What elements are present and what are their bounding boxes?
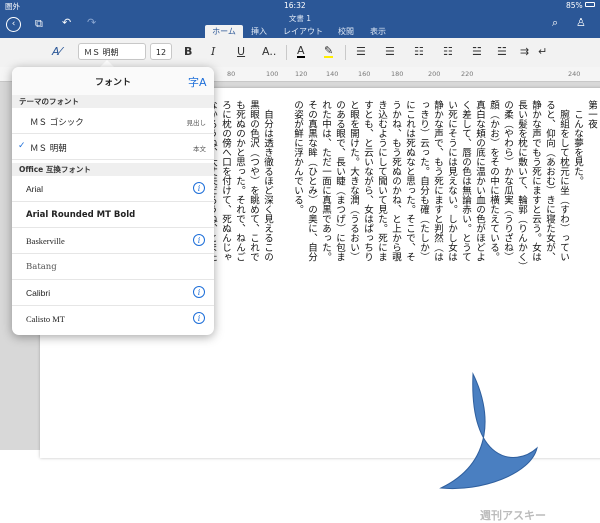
text-column: 腕組をして枕元に坐（すわ）ってい xyxy=(558,100,569,262)
font-option-label: Batang xyxy=(26,262,57,272)
font-popover: フォント 字A テーマのフォント ＭＳ ゴシック 見出し ✓ ＭＳ 明朝 本文 … xyxy=(12,67,214,335)
text-direction-icon[interactable]: ⇉ xyxy=(520,45,529,58)
text-column: こんな夢を見た。 xyxy=(572,100,583,186)
ruler-tick: 80 xyxy=(227,70,236,78)
font-option-batang[interactable]: Batang xyxy=(12,254,214,280)
font-option-calisto[interactable]: Calisto MT i xyxy=(12,306,214,332)
file-icon[interactable]: ⧉ xyxy=(35,17,43,31)
align-left-icon[interactable]: ☰ xyxy=(356,45,366,58)
font-option-arial-rounded[interactable]: Arial Rounded MT Bold xyxy=(12,202,214,228)
text-column: その真黒な眸（ひとみ）の奥に、自分 xyxy=(306,100,317,262)
tab-insert[interactable]: 挿入 xyxy=(246,25,272,38)
numbering-icon[interactable]: ☷ xyxy=(443,45,453,58)
undo-icon[interactable]: ↶ xyxy=(62,16,71,29)
watermark-logo: 週刊アスキー xyxy=(480,509,546,522)
font-option-ms-gothic[interactable]: ＭＳ ゴシック 見出し xyxy=(12,108,214,134)
font-option-label: Arial xyxy=(26,184,44,194)
font-option-ms-mincho[interactable]: ✓ ＭＳ 明朝 本文 xyxy=(12,134,214,160)
text-column: にこれは死ぬなと思った。そこで、そ xyxy=(404,100,415,262)
text-column: と眼を開けた。大きな潤（うるおい） xyxy=(348,100,359,262)
return-icon[interactable]: ↵ xyxy=(538,45,547,58)
battery-level: 85% xyxy=(566,1,583,10)
popover-header: フォント 字A xyxy=(12,67,214,96)
text-column: ると、仰向（あおむ）きに寝た女が、 xyxy=(544,100,555,262)
info-icon[interactable]: i xyxy=(193,182,205,194)
text-style-icon[interactable]: A⁄ xyxy=(52,45,61,58)
title-bar: 文書 1 ‹ ⧉ ↶ ↷ ホーム 挿入 レイアウト 校閲 表示 ⌕ ♙ xyxy=(0,11,600,38)
search-icon[interactable]: ⌕ xyxy=(552,16,558,30)
crescent-moon-shape[interactable] xyxy=(439,370,539,495)
highlight-icon[interactable]: ✎ xyxy=(324,45,334,58)
section-office-fonts: Office 互換フォント xyxy=(12,163,214,176)
more-text-options-button[interactable]: A.. xyxy=(262,45,276,58)
font-option-baskerville[interactable]: Baskerville i xyxy=(12,228,214,254)
text-column: も死ぬのかと思った。それで、ねんご xyxy=(234,100,245,262)
ruler-tick: 140 xyxy=(326,70,339,78)
clock: 16:32 xyxy=(284,1,306,10)
indent-icon[interactable]: ☱ xyxy=(497,45,507,58)
font-option-label: Arial Rounded MT Bold xyxy=(26,210,136,220)
text-column: の姿が鮮に浮かんでいる。 xyxy=(292,100,303,214)
text-column: 第一夜 xyxy=(586,100,597,129)
bullets-icon[interactable]: ☷ xyxy=(414,45,424,58)
bold-button[interactable]: B xyxy=(184,45,192,58)
checkmark-icon: ✓ xyxy=(18,141,26,151)
line-spacing-icon[interactable]: ☰ xyxy=(385,45,395,58)
add-person-icon[interactable]: ♙ xyxy=(576,16,586,29)
font-option-label: ＭＳ 明朝 xyxy=(30,144,67,154)
ribbon-divider xyxy=(345,45,346,60)
section-theme-fonts: テーマのフォント xyxy=(12,95,214,108)
font-option-label: Calibri xyxy=(26,288,51,298)
status-bar: 圏外 16:32 85% xyxy=(0,0,600,11)
ruler-tick: 220 xyxy=(461,70,474,78)
text-column: すとも、と云いながら、女はぱっちり xyxy=(362,100,373,262)
font-color-button[interactable]: A xyxy=(297,45,305,58)
ruler-tick: 180 xyxy=(391,70,404,78)
info-icon[interactable]: i xyxy=(193,312,205,324)
text-column: のある眼で、長い睫（まつげ）に包ま xyxy=(334,100,345,262)
tab-home[interactable]: ホーム xyxy=(205,25,243,38)
text-column: き込むようにして聞いて見た。死にま xyxy=(376,100,387,262)
font-option-label: ＭＳ ゴシック xyxy=(30,118,84,128)
font-option-arial[interactable]: Arial i xyxy=(12,176,214,202)
font-role-tag: 見出し xyxy=(186,119,207,127)
styles-icon[interactable]: ☱ xyxy=(472,45,482,58)
text-column: っきり）云った。自分も確（たしか） xyxy=(418,100,429,262)
ruler-tick: 100 xyxy=(266,70,279,78)
battery-icon xyxy=(585,2,595,7)
ribbon-toolbar: A⁄ ＭＳ 明朝 12 B I U A.. A ✎ ☰ ☰ ☷ ☷ ☱ ☱ ⇉ … xyxy=(0,38,600,68)
info-icon[interactable]: i xyxy=(193,286,205,298)
text-column: れた中は、ただ一面に真黒であった。 xyxy=(320,100,331,262)
font-option-label: Calisto MT xyxy=(26,314,65,324)
ruler-tick: 240 xyxy=(568,70,581,78)
tab-review[interactable]: 校閲 xyxy=(333,25,359,38)
underline-button[interactable]: U xyxy=(237,45,245,58)
font-name-field[interactable]: ＭＳ 明朝 xyxy=(78,43,146,60)
back-icon[interactable]: ‹ xyxy=(6,17,21,32)
popover-title: フォント xyxy=(94,78,131,88)
ruler-tick: 160 xyxy=(358,70,371,78)
info-icon[interactable]: i xyxy=(193,234,205,246)
text-column: 黒眼の色沢（つや）を眺めて、これで xyxy=(248,100,259,262)
tab-layout[interactable]: レイアウト xyxy=(279,25,327,38)
tab-view[interactable]: 表示 xyxy=(365,25,391,38)
italic-button[interactable]: I xyxy=(211,45,215,58)
text-column: 自分は透き徹るほど深く見えるこの xyxy=(262,100,273,262)
ribbon-divider xyxy=(286,45,287,60)
font-role-tag: 本文 xyxy=(193,145,206,153)
text-column: うかね、もう死ぬのかね、と上から覗 xyxy=(390,100,401,262)
font-size-up-icon[interactable]: 字A xyxy=(188,74,207,90)
ruler-tick: 200 xyxy=(428,70,441,78)
font-option-label: Baskerville xyxy=(26,236,65,246)
font-option-calibri[interactable]: Calibri i xyxy=(12,280,214,306)
text-column: ろに枕の傍へ口を付けて、死ぬんじゃ xyxy=(220,100,231,262)
redo-icon[interactable]: ↷ xyxy=(87,16,96,29)
font-size-field[interactable]: 12 xyxy=(150,43,172,60)
ruler-tick: 120 xyxy=(295,70,308,78)
